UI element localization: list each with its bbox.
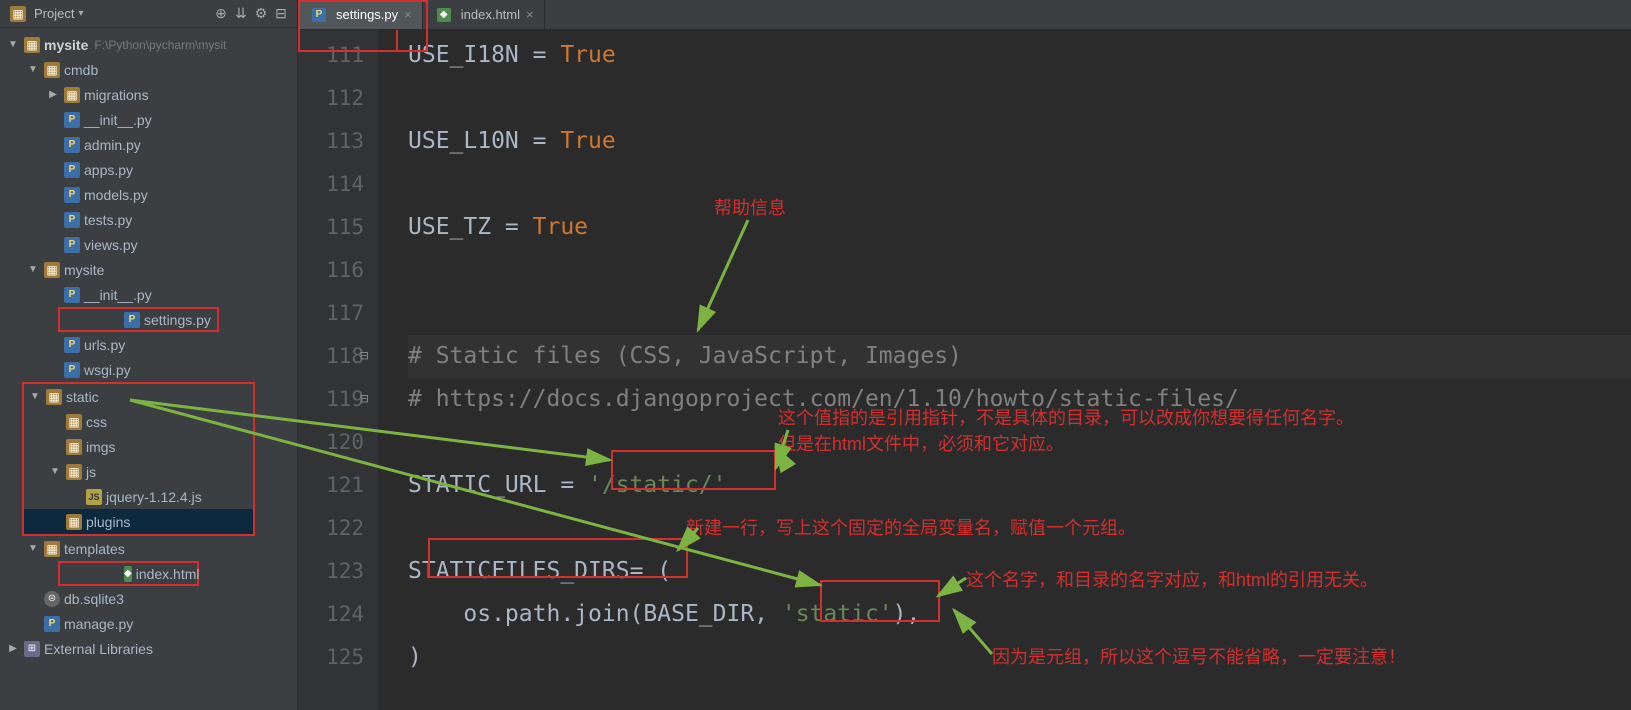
tree-item-extlib[interactable]: ▶ ⊞ External Libraries	[0, 636, 297, 661]
python-file-icon: P	[64, 187, 80, 203]
tree-item-templates[interactable]: ▼ ▦ templates	[0, 536, 297, 561]
tree-item-db[interactable]: ⊜ db.sqlite3	[0, 586, 297, 611]
folder-icon: ▦	[24, 37, 40, 53]
tree-item-urls[interactable]: P urls.py	[0, 332, 297, 357]
tree-item-index[interactable]: ◆ index.html	[58, 561, 199, 586]
package-icon: ▦	[64, 87, 80, 103]
python-file-icon: P	[44, 616, 60, 632]
expander-icon[interactable]: ▼	[48, 466, 62, 477]
annotation-newline: 新建一行，写上这个固定的全局变量名，赋值一个元组。	[686, 514, 1136, 540]
expander-icon[interactable]: ▶	[46, 89, 60, 100]
expander-icon[interactable]: ▼	[26, 264, 40, 275]
python-file-icon: P	[64, 137, 80, 153]
editor-tabs: P settings.py × ◆ index.html ×	[298, 0, 1631, 30]
annotation-tuple: 因为是元组，所以这个逗号不能省略，一定要注意！	[992, 643, 1406, 669]
editor-body[interactable]: 111 112 113 114 115 116 117 118 119 120 …	[298, 30, 1631, 710]
chevron-down-icon[interactable]: ▾	[78, 8, 83, 19]
python-file-icon: P	[64, 337, 80, 353]
expander-icon[interactable]: ▼	[26, 543, 40, 554]
database-icon: ⊜	[44, 591, 60, 607]
collapse-icon[interactable]: ⇊	[231, 4, 251, 24]
python-file-icon: P	[124, 312, 140, 328]
tree-item-admin[interactable]: P admin.py	[0, 132, 297, 157]
tab-settings[interactable]: P settings.py ×	[298, 0, 423, 29]
editor-area: P settings.py × ◆ index.html × 111 112 1…	[298, 0, 1631, 710]
project-tree: ▼ ▦ mysite F:\Python\pycharm\mysit ▼ ▦ c…	[0, 28, 297, 710]
expander-icon[interactable]: ▶	[6, 643, 20, 654]
tree-root[interactable]: ▼ ▦ mysite F:\Python\pycharm\mysit	[0, 32, 297, 57]
locate-icon[interactable]: ⊕	[211, 4, 231, 24]
tab-index[interactable]: ◆ index.html ×	[423, 0, 545, 29]
project-sidebar: ▦ Project ▾ ⊕ ⇊ ⚙ ⊟ ▼ ▦ mysite F:\Python…	[0, 0, 298, 710]
tree-item-mysite[interactable]: ▼ ▦ mysite	[0, 257, 297, 282]
tree-item-manage[interactable]: P manage.py	[0, 611, 297, 636]
package-icon: ▦	[44, 262, 60, 278]
annotation-pointer1: 这个值指的是引用指针，不是具体的目录，可以改成你想要得任何名字。	[778, 404, 1354, 430]
tree-item-plugins[interactable]: ▦ plugins	[24, 509, 253, 534]
sidebar-title: Project	[34, 6, 74, 21]
tree-item-static[interactable]: ▼ ▦ static	[24, 384, 253, 409]
tree-item-wsgi[interactable]: P wsgi.py	[0, 357, 297, 382]
python-file-icon: P	[64, 237, 80, 253]
html-file-icon: ◆	[437, 8, 451, 22]
tree-item-apps[interactable]: P apps.py	[0, 157, 297, 182]
tree-item-migrations[interactable]: ▶ ▦ migrations	[0, 82, 297, 107]
close-icon[interactable]: ×	[404, 7, 412, 22]
python-file-icon: P	[64, 362, 80, 378]
folder-icon: ▦	[46, 389, 62, 405]
tree-item-jquery[interactable]: JS jquery-1.12.4.js	[24, 484, 253, 509]
tree-item-css[interactable]: ▦ css	[24, 409, 253, 434]
tree-item-js[interactable]: ▼ ▦ js	[24, 459, 253, 484]
tree-item-models[interactable]: P models.py	[0, 182, 297, 207]
gear-icon[interactable]: ⚙	[251, 4, 271, 24]
tree-item-init[interactable]: P __init__.py	[0, 107, 297, 132]
hide-icon[interactable]: ⊟	[271, 4, 291, 24]
js-file-icon: JS	[86, 489, 102, 505]
tree-item-tests[interactable]: P tests.py	[0, 207, 297, 232]
code-area[interactable]: USE_I18N = True USE_L10N = True USE_TZ =…	[378, 30, 1631, 710]
annotation-dirname: 这个名字，和目录的名字对应，和html的引用无关。	[966, 566, 1378, 592]
tab-label: settings.py	[336, 7, 398, 22]
expander-icon[interactable]: ▼	[6, 39, 20, 50]
annotation-pointer2: 但是在html文件中，必须和它对应。	[778, 430, 1064, 456]
library-icon: ⊞	[24, 641, 40, 657]
project-icon: ▦	[10, 6, 26, 22]
expander-icon[interactable]: ▼	[26, 64, 40, 75]
folder-icon: ▦	[66, 514, 82, 530]
python-file-icon: P	[64, 162, 80, 178]
fold-icon[interactable]: ⊟	[360, 335, 368, 378]
python-file-icon: P	[312, 8, 326, 22]
close-icon[interactable]: ×	[526, 7, 534, 22]
package-icon: ▦	[44, 62, 60, 78]
python-file-icon: P	[64, 112, 80, 128]
tree-item-imgs[interactable]: ▦ imgs	[24, 434, 253, 459]
tab-label: index.html	[461, 7, 520, 22]
folder-icon: ▦	[66, 464, 82, 480]
tree-item-settings[interactable]: P settings.py	[58, 307, 219, 332]
fold-icon[interactable]: ⊟	[360, 378, 368, 421]
python-file-icon: P	[64, 287, 80, 303]
annotation-help: 帮助信息	[714, 194, 786, 220]
tree-item-views[interactable]: P views.py	[0, 232, 297, 257]
folder-icon: ▦	[66, 414, 82, 430]
tree-item-cmdb[interactable]: ▼ ▦ cmdb	[0, 57, 297, 82]
html-file-icon: ◆	[124, 566, 132, 582]
tree-item-init2[interactable]: P __init__.py	[0, 282, 297, 307]
folder-icon: ▦	[66, 439, 82, 455]
python-file-icon: P	[64, 212, 80, 228]
folder-icon: ▦	[44, 541, 60, 557]
sidebar-header: ▦ Project ▾ ⊕ ⇊ ⚙ ⊟	[0, 0, 297, 28]
expander-icon[interactable]: ▼	[28, 391, 42, 402]
